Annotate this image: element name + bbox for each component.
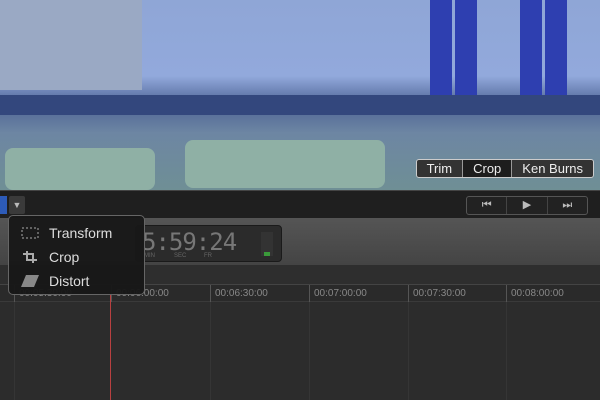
grid-line <box>506 302 507 400</box>
transport-controls: ⏮ ▶ ⏭ <box>466 196 588 215</box>
video-pillar <box>545 0 567 100</box>
menu-item-distort[interactable]: Distort <box>9 269 144 293</box>
mode-trim[interactable]: Trim <box>417 160 464 177</box>
timecode-value: 5:59:24 <box>142 228 237 256</box>
mode-ken-burns[interactable]: Ken Burns <box>512 160 593 177</box>
play-icon[interactable]: ▶ <box>507 197 548 214</box>
menu-item-crop[interactable]: Crop <box>9 245 144 269</box>
grid-line <box>309 302 310 400</box>
crop-icon <box>21 251 39 263</box>
video-pillar <box>430 0 452 100</box>
ruler-tick: 00:07:30:00 <box>408 285 466 302</box>
video-wall <box>0 0 142 90</box>
distort-icon <box>21 275 39 287</box>
ruler-tick: 00:07:00:00 <box>309 285 367 302</box>
timecode-label-sec: SEC <box>174 253 187 259</box>
transform-popup-menu: Transform Crop Distort <box>8 215 145 295</box>
timecode-display[interactable]: 5:59:24 MIN SEC FR <box>135 225 282 262</box>
transform-tool-button[interactable] <box>0 196 7 214</box>
video-pillar <box>455 0 477 100</box>
menu-item-label: Transform <box>49 225 113 241</box>
previous-icon[interactable]: ⏮ <box>467 197 508 214</box>
chevron-down-icon[interactable]: ▼ <box>9 196 25 214</box>
transform-icon <box>21 227 39 239</box>
video-ledge <box>0 95 600 115</box>
grid-line <box>408 302 409 400</box>
mode-crop[interactable]: Crop <box>463 160 513 177</box>
next-icon[interactable]: ⏭ <box>548 197 587 214</box>
ruler-tick: 00:08:00:00 <box>506 285 564 302</box>
timeline-area[interactable] <box>0 302 600 400</box>
timecode-label-min: MIN <box>144 253 155 259</box>
viewer-mode-segmented: Trim Crop Ken Burns <box>415 159 594 178</box>
viewer-toolbar: ▼ ⏮ ▶ ⏭ <box>0 190 600 218</box>
audio-meter <box>261 232 273 256</box>
video-slab <box>5 148 155 190</box>
menu-item-label: Crop <box>49 249 80 265</box>
video-pillar <box>520 0 542 100</box>
playhead[interactable] <box>110 295 111 400</box>
menu-item-transform[interactable]: Transform <box>9 221 144 245</box>
ruler-tick: 00:06:30:00 <box>210 285 268 302</box>
grid-line <box>14 302 15 400</box>
video-slab <box>185 140 385 188</box>
grid-line <box>210 302 211 400</box>
menu-item-label: Distort <box>49 273 90 289</box>
timecode-label-fr: FR <box>204 253 212 259</box>
video-viewer[interactable]: Trim Crop Ken Burns <box>0 0 600 190</box>
